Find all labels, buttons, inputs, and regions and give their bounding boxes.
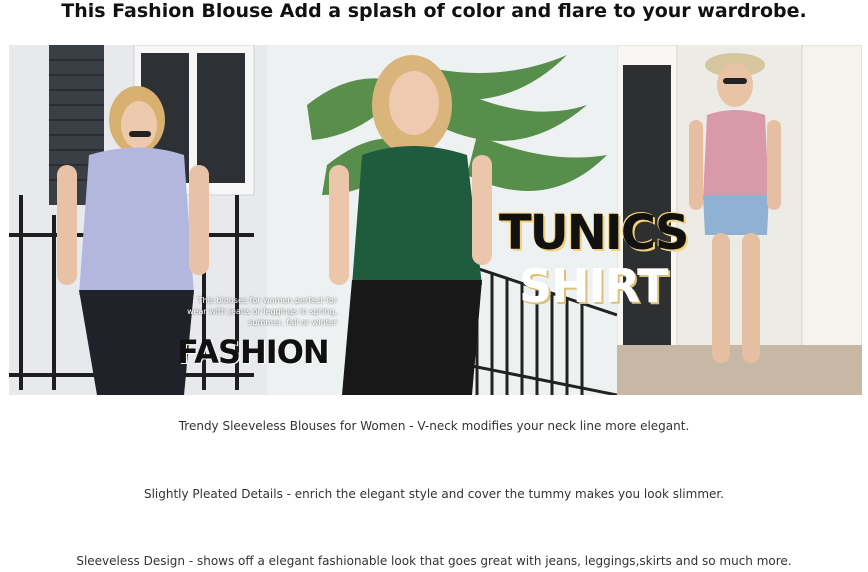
page-title: This Fashion Blouse Add a splash of colo…	[61, 0, 807, 22]
feature-line: Slightly Pleated Details - enrich the el…	[143, 487, 725, 501]
banner-fashion-text: FASHION	[177, 333, 330, 371]
banner-tunics-text: TUNICS	[499, 205, 689, 261]
feature-line: Sleeveless Design - shows off a elegant …	[76, 554, 792, 568]
product-banner: This blouses for women perfect for wear …	[9, 45, 862, 395]
feature-line: Trendy Sleeveless Blouses for Women - V-…	[178, 419, 690, 433]
banner-shirt-text: SHIRT	[519, 259, 668, 313]
banner-blurb: This blouses for women perfect for wear …	[187, 296, 337, 327]
